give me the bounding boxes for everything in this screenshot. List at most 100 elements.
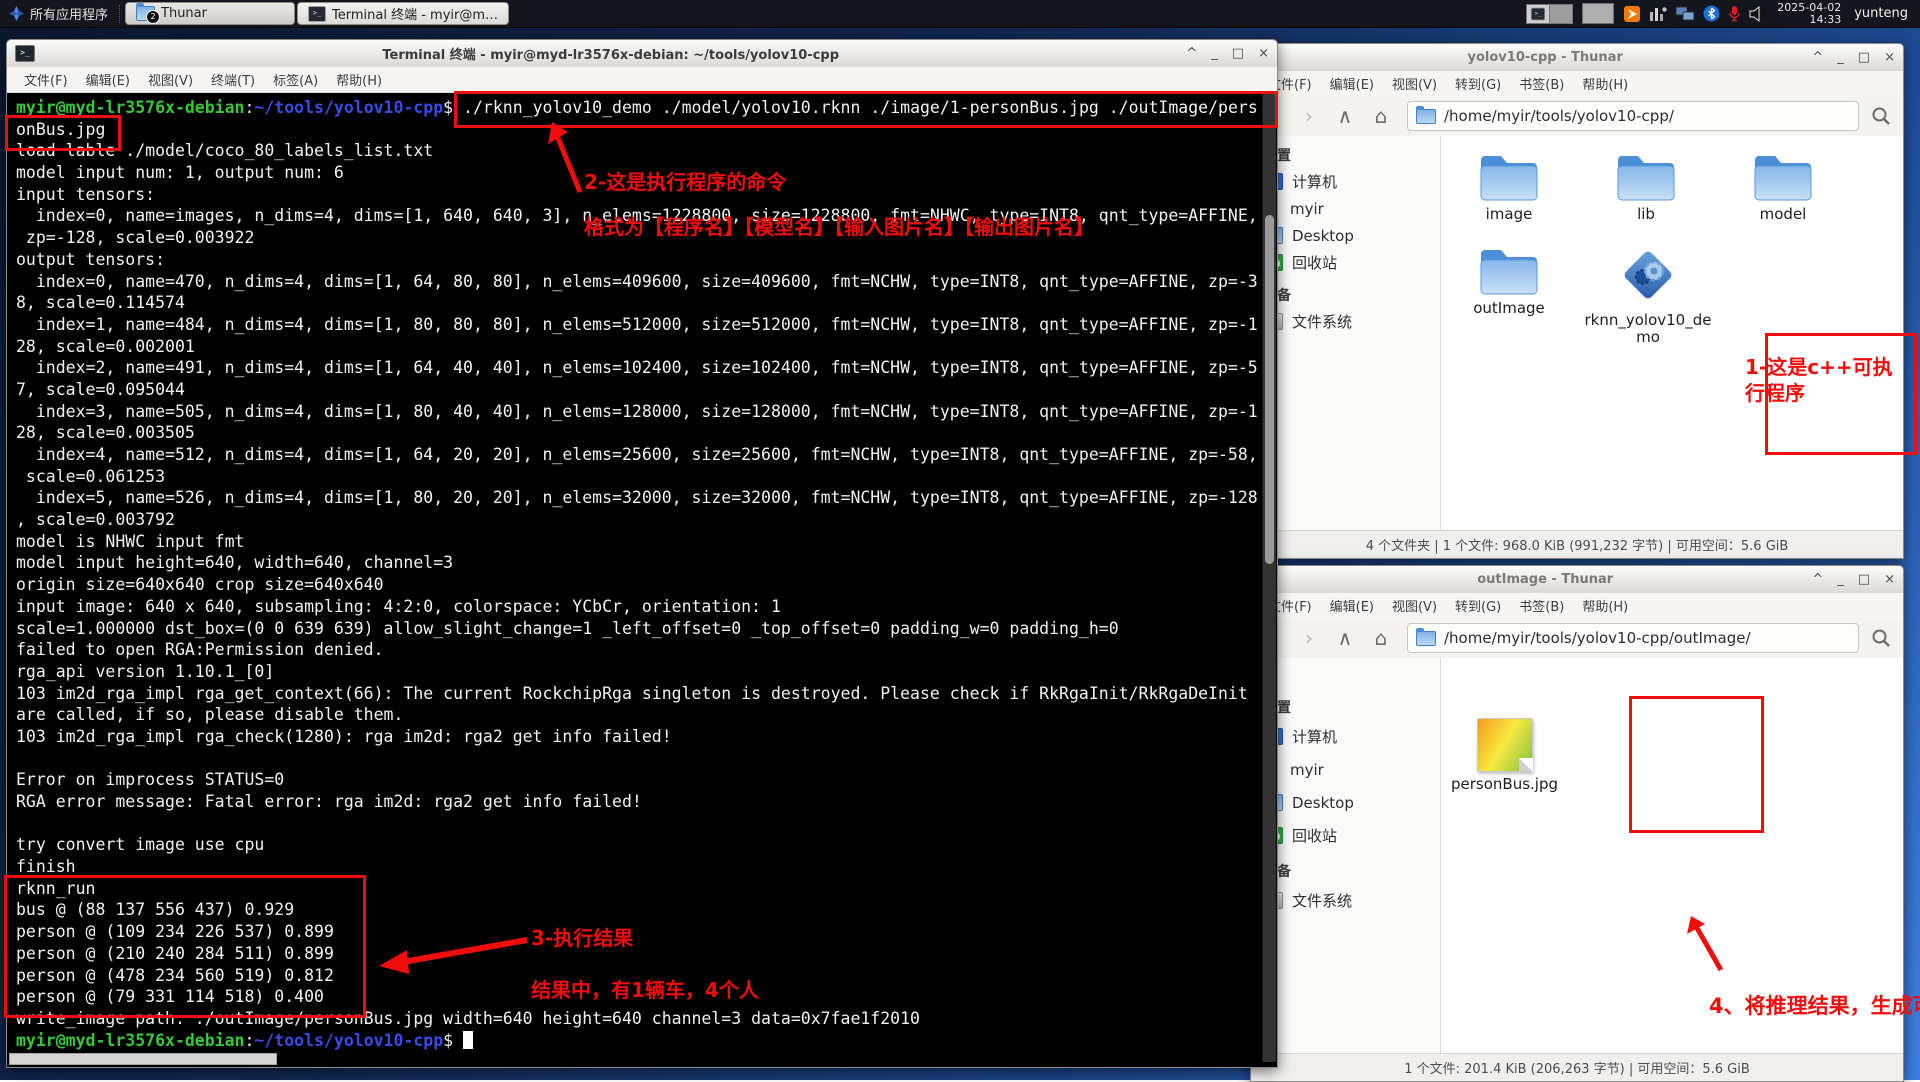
terminal-titlebar[interactable]: >_ Terminal 终端 - myir@myd-lr3576x-debian…: [7, 40, 1277, 68]
sidebar-place-item[interactable]: 计算机: [1263, 720, 1440, 753]
terminal-menu-item[interactable]: 编辑(E): [77, 70, 139, 89]
shade-button[interactable]: ^: [1812, 51, 1823, 64]
path-bar[interactable]: /home/myir/tools/yolov10-cpp/: [1407, 101, 1859, 131]
thunar-menu-item[interactable]: 编辑(E): [1321, 596, 1383, 615]
thunar-menu-item[interactable]: 书签(B): [1510, 596, 1573, 615]
terminal-icon: >_: [1531, 7, 1545, 20]
executable-diamond-icon: [1619, 246, 1677, 304]
thunar-menu-item[interactable]: 帮助(H): [1573, 74, 1637, 93]
folder-icon: [1478, 152, 1540, 202]
terminal-output-line: Error on improcess STATUS=0: [16, 769, 1258, 791]
media-app-tray-icon[interactable]: [1623, 5, 1641, 23]
thunar-menu-item[interactable]: 编辑(E): [1321, 74, 1383, 93]
tray-collapse-button[interactable]: [1582, 3, 1614, 24]
terminal-output-line: [16, 748, 1258, 770]
workspace-1[interactable]: >_: [1527, 5, 1549, 23]
forward-button[interactable]: ›: [1293, 624, 1325, 652]
terminal-scrollbar[interactable]: [1262, 93, 1276, 1062]
places-header: 位置: [1263, 696, 1440, 720]
close-button[interactable]: ×: [1884, 573, 1895, 586]
applications-menu-icon: [8, 5, 25, 22]
thunar-menu-item[interactable]: 书签(B): [1510, 74, 1573, 93]
minimize-button[interactable]: _: [1837, 573, 1844, 586]
applications-menu-button[interactable]: 所有应用程序: [0, 0, 116, 27]
workspace-2[interactable]: [1549, 5, 1572, 23]
thunar-menu-item[interactable]: 视图(V): [1383, 74, 1446, 93]
up-button[interactable]: ∧: [1329, 624, 1361, 652]
prompt-path: ~/tools/yolov10-cpp: [254, 98, 443, 117]
bluetooth-tray-icon[interactable]: [1703, 5, 1720, 22]
annotation-box-result-image: [1629, 696, 1764, 833]
thunar1-title: yolov10-cpp - Thunar: [1286, 50, 1804, 65]
maximize-button[interactable]: □: [1858, 51, 1870, 64]
desktop: 所有应用程序 2 Thunar >_ Terminal 终端 - myir@m……: [0, 0, 1920, 1080]
thunar2-file-area[interactable]: personBus.jpg 4、将推理结果，生成可视化: [1441, 658, 1903, 1054]
maximize-button[interactable]: □: [1232, 47, 1244, 60]
sidebar-place-item[interactable]: Desktop: [1263, 786, 1440, 819]
terminal-menu-item[interactable]: 视图(V): [139, 70, 202, 89]
sidebar-place-item[interactable]: 回收站: [1263, 819, 1440, 852]
terminal-output-line: 7, scale=0.095044: [16, 379, 1258, 401]
microphone-tray-icon[interactable]: [1728, 5, 1741, 22]
up-button[interactable]: ∧: [1329, 102, 1361, 130]
annotation-note-2-line2: 格式为【程序名】【模型名】【输入图片名】【输出图片名】: [584, 211, 1094, 240]
sidebar-device-item[interactable]: 文件系统: [1263, 308, 1440, 335]
stats-tray-icon[interactable]: [1649, 6, 1667, 22]
annotation-note-2-line1: 2-这是执行程序的命令: [584, 166, 786, 195]
volume-tray-icon[interactable]: [1749, 6, 1768, 22]
close-button[interactable]: ×: [1884, 51, 1895, 64]
thunar1-file-area[interactable]: image lib: [1441, 136, 1903, 531]
thunar2-toolbar: ‹ › ∧ ⌂ /home/myir/tools/yolov10-cpp/out…: [1251, 618, 1903, 659]
terminal-menu-item[interactable]: 文件(F): [15, 70, 77, 89]
terminal-menu-item[interactable]: 终端(T): [202, 70, 264, 89]
folder-item[interactable]: lib: [1578, 152, 1714, 223]
thunar-menu-item[interactable]: 转到(G): [1446, 596, 1510, 615]
thunar2-titlebar[interactable]: outImage - Thunar ^ _ □ ×: [1251, 566, 1903, 594]
search-button[interactable]: [1863, 101, 1899, 131]
workspace-switcher[interactable]: >_: [1526, 4, 1573, 24]
sidebar-place-item[interactable]: Desktop: [1263, 222, 1440, 249]
folder-item[interactable]: image: [1441, 152, 1577, 223]
scrollbar-thumb[interactable]: [1265, 215, 1274, 564]
thunar-menu-item[interactable]: 帮助(H): [1573, 596, 1637, 615]
sidebar-place-item[interactable]: 计算机: [1263, 168, 1440, 195]
terminal-menu-item[interactable]: 帮助(H): [327, 70, 391, 89]
home-button[interactable]: ⌂: [1365, 624, 1397, 652]
minimize-button[interactable]: _: [1211, 47, 1218, 60]
thunar-window-yolov10-cpp: yolov10-cpp - Thunar ^ _ □ × 文件(F)编辑(E)视…: [1250, 43, 1904, 559]
taskbar-button-terminal[interactable]: >_ Terminal 终端 - myir@m…: [297, 2, 509, 25]
taskbar-button-thunar[interactable]: 2 Thunar: [125, 2, 295, 25]
shade-button[interactable]: ^: [1812, 573, 1823, 586]
sidebar-device-item[interactable]: 文件系统: [1263, 884, 1440, 917]
terminal-output-line: index=3, name=505, n_dims=4, dims=[1, 80…: [16, 401, 1258, 423]
folder-item[interactable]: outImage: [1441, 246, 1577, 317]
search-button[interactable]: [1863, 623, 1899, 653]
folder-item[interactable]: model: [1715, 152, 1851, 223]
sidebar-place-item[interactable]: 回收站: [1263, 249, 1440, 276]
terminal-output-line: input image: 640 x 640, subsampling: 4:2…: [16, 596, 1258, 618]
executable-file-item[interactable]: rknn_yolov10_demo: [1580, 246, 1716, 346]
thunar1-sidebar: 位置 计算机 myir Desktop 回收站: [1251, 136, 1441, 531]
shade-button[interactable]: ^: [1186, 47, 1197, 60]
sidebar-place-item[interactable]: myir: [1263, 753, 1440, 786]
thunar1-titlebar[interactable]: yolov10-cpp - Thunar ^ _ □ ×: [1251, 44, 1903, 72]
thunar-menu-item[interactable]: 转到(G): [1446, 74, 1510, 93]
network-tray-icon[interactable]: [1675, 6, 1695, 22]
terminal-icon: >_: [15, 45, 35, 62]
minimize-button[interactable]: _: [1837, 51, 1844, 64]
maximize-button[interactable]: □: [1858, 573, 1870, 586]
forward-button[interactable]: ›: [1293, 102, 1325, 130]
thunar2-statusbar: 1 个文件: 201.4 KiB (206,263 字节) | 可用空间：5.6…: [1251, 1053, 1903, 1081]
thunar-menu-item[interactable]: 视图(V): [1383, 596, 1446, 615]
close-button[interactable]: ×: [1258, 47, 1269, 60]
terminal-output-line: load lable ./model/coco_80_labels_list.t…: [16, 140, 1258, 162]
sidebar-place-item[interactable]: myir: [1263, 195, 1440, 222]
clock[interactable]: 2025-04-02 14:33: [1777, 2, 1841, 26]
path-bar[interactable]: /home/myir/tools/yolov10-cpp/outImage/: [1407, 623, 1859, 653]
terminal-menu-item[interactable]: 标签(A): [264, 70, 327, 89]
search-icon: [1871, 628, 1891, 648]
image-file-item[interactable]: personBus.jpg: [1441, 718, 1568, 793]
home-button[interactable]: ⌂: [1365, 102, 1397, 130]
window-count-badge: 2: [146, 10, 160, 24]
terminal-output-line: output tensors:: [16, 249, 1258, 271]
